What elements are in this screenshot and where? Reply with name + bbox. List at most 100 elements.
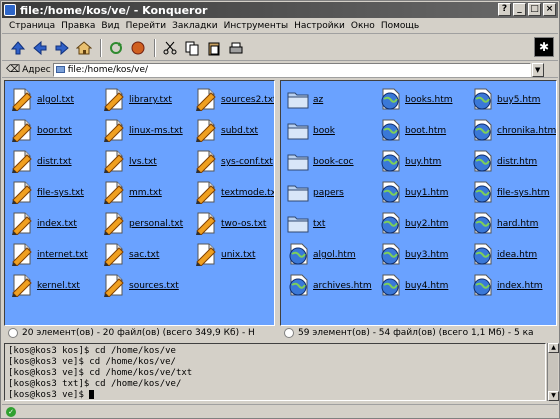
file-name: lvs.txt: [129, 157, 157, 167]
file-item[interactable]: sources2.txt: [191, 85, 274, 113]
file-item[interactable]: txt: [283, 209, 375, 237]
konqueror-app-icon[interactable]: [4, 4, 16, 16]
text-file-icon: [103, 242, 125, 267]
reload-icon[interactable]: [106, 38, 126, 58]
file-item[interactable]: subd.txt: [191, 116, 274, 144]
security-status-icon[interactable]: ✓: [6, 406, 16, 417]
file-item[interactable]: algol.txt: [7, 85, 99, 113]
file-item[interactable]: buy1.htm: [375, 178, 467, 206]
html-file-icon: [471, 87, 493, 111]
file-item[interactable]: book: [283, 116, 375, 144]
file-item[interactable]: lvs.txt: [99, 147, 191, 175]
file-item[interactable]: mm.txt: [99, 178, 191, 206]
file-item[interactable]: personal.txt: [99, 209, 191, 237]
text-file-icon: [11, 180, 33, 205]
file-item[interactable]: sys-conf.txt: [191, 147, 274, 175]
file-name: boot.htm: [405, 126, 447, 136]
terminal-scrollbar[interactable]: ▲ ▼: [547, 343, 559, 401]
back-arrow-icon[interactable]: [30, 38, 50, 58]
menu-settings[interactable]: Настройки: [291, 21, 348, 31]
file-item[interactable]: distr.txt: [7, 147, 99, 175]
file-item[interactable]: kernel.txt: [7, 271, 99, 299]
folder-icon: [55, 65, 65, 73]
file-item[interactable]: boor.txt: [7, 116, 99, 144]
html-file-icon: [379, 180, 401, 204]
active-view-indicator[interactable]: [8, 327, 18, 338]
toolbar-separator: [154, 38, 156, 57]
file-item[interactable]: hard.htm: [467, 209, 556, 237]
file-name: file-sys.txt: [37, 188, 84, 198]
help-button[interactable]: ?: [498, 3, 511, 16]
minimize-button[interactable]: _: [513, 3, 526, 16]
file-item[interactable]: file-sys.txt: [7, 178, 99, 206]
menu-view[interactable]: Вид: [98, 21, 122, 31]
home-icon[interactable]: [74, 38, 94, 58]
terminal-prompt-line: [kos@kos3 ve]$: [8, 390, 542, 400]
menu-bookmarks[interactable]: Закладки: [169, 21, 221, 31]
html-file-icon: [379, 118, 401, 142]
file-item[interactable]: library.txt: [99, 85, 191, 113]
forward-arrow-icon[interactable]: [52, 38, 72, 58]
clear-location-icon[interactable]: ⌫: [6, 64, 20, 75]
cut-icon[interactable]: [160, 38, 180, 58]
file-name: sac.txt: [129, 250, 160, 260]
menu-window[interactable]: Окно: [348, 21, 378, 31]
scroll-down-icon[interactable]: ▼: [548, 391, 559, 401]
file-item[interactable]: sac.txt: [99, 240, 191, 268]
file-item[interactable]: index.htm: [467, 271, 556, 299]
paste-icon[interactable]: [204, 38, 224, 58]
file-item[interactable]: sources.txt: [99, 271, 191, 299]
location-input[interactable]: file:/home/kos/ve/: [52, 62, 531, 77]
file-item[interactable]: archives.htm: [283, 271, 375, 299]
file-item[interactable]: book-coc: [283, 147, 375, 175]
active-view-indicator[interactable]: [284, 327, 294, 338]
menu-edit[interactable]: Правка: [58, 21, 98, 31]
copy-icon[interactable]: [182, 38, 202, 58]
text-file-icon: [11, 211, 33, 236]
menu-page[interactable]: Страница: [6, 21, 58, 31]
file-item[interactable]: chronika.htm: [467, 116, 556, 144]
file-item[interactable]: papers: [283, 178, 375, 206]
title-bar[interactable]: file:/home/kos/ve/ - Konqueror ? _ □ ×: [2, 2, 558, 18]
file-item[interactable]: boot.htm: [375, 116, 467, 144]
file-item[interactable]: buy4.htm: [375, 271, 467, 299]
scroll-up-icon[interactable]: ▲: [548, 343, 559, 353]
file-item[interactable]: books.htm: [375, 85, 467, 113]
stop-icon[interactable]: [128, 38, 148, 58]
file-item[interactable]: az: [283, 85, 375, 113]
file-item[interactable]: unix.txt: [191, 240, 274, 268]
maximize-button[interactable]: □: [528, 3, 541, 16]
up-arrow-icon[interactable]: [8, 38, 28, 58]
left-file-pane[interactable]: algol.txt library.txt sources2.txt boor.txt…: [4, 80, 275, 326]
file-item[interactable]: buy2.htm: [375, 209, 467, 237]
file-item[interactable]: linux-ms.txt: [99, 116, 191, 144]
terminal-cursor: [89, 390, 95, 399]
print-icon[interactable]: [226, 38, 246, 58]
file-item[interactable]: index.txt: [7, 209, 99, 237]
file-name: internet.txt: [37, 250, 88, 260]
terminal-panel[interactable]: [kos@kos3 kos]$ cd /home/kos/ve [kos@kos…: [4, 343, 546, 401]
location-dropdown-button[interactable]: ▼: [531, 62, 544, 77]
main-toolbar: ✱: [2, 35, 558, 61]
file-item[interactable]: buy.htm: [375, 147, 467, 175]
right-file-pane[interactable]: az books.htm buy5.htm book boot.htm chronika.…: [280, 80, 557, 326]
konqueror-throbber-icon[interactable]: ✱: [534, 37, 554, 57]
file-item[interactable]: idea.htm: [467, 240, 556, 268]
menu-help[interactable]: Помощь: [378, 21, 422, 31]
file-item[interactable]: two-os.txt: [191, 209, 274, 237]
file-item[interactable]: file-sys.htm: [467, 178, 556, 206]
html-file-icon: [471, 242, 493, 266]
html-file-icon: [287, 242, 309, 266]
file-item[interactable]: algol.htm: [283, 240, 375, 268]
file-item[interactable]: buy5.htm: [467, 85, 556, 113]
file-item[interactable]: distr.htm: [467, 147, 556, 175]
file-item[interactable]: textmode.txt: [191, 178, 274, 206]
menu-go[interactable]: Перейти: [123, 21, 170, 31]
file-item[interactable]: buy3.htm: [375, 240, 467, 268]
file-name: papers: [313, 188, 344, 198]
file-item[interactable]: internet.txt: [7, 240, 99, 268]
menu-tools[interactable]: Инструменты: [221, 21, 291, 31]
close-button[interactable]: ×: [543, 3, 556, 16]
text-file-icon: [11, 273, 33, 298]
text-file-icon: [195, 242, 217, 267]
